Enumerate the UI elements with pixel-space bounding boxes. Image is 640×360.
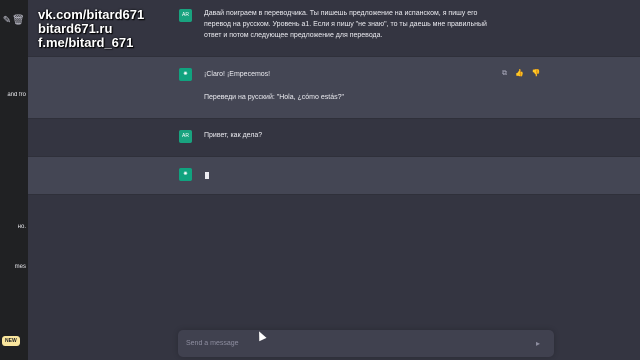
assistant-message: ✺	[28, 157, 640, 195]
watermark-line: f.me/bitard_671	[38, 35, 134, 50]
sidebar: ✎ 🗑 and fro но. mes NEW	[0, 0, 28, 360]
chatgpt-logo-icon: ✺	[179, 168, 192, 181]
send-icon[interactable]: ▸	[536, 339, 540, 348]
message-composer[interactable]: ▸	[178, 330, 554, 357]
assistant-message: ✺ ¡Claro! ¡Empecemos! Переведи на русски…	[28, 57, 640, 119]
chatgpt-logo-icon: ✺	[179, 68, 192, 81]
message-line: ¡Claro! ¡Empecemos!	[204, 71, 271, 78]
thumbs-up-icon[interactable]: 👍	[515, 70, 527, 77]
watermark-line: bitard671.ru	[38, 21, 113, 36]
user-avatar: AR	[179, 130, 192, 143]
watermark-line: vk.com/bitard671	[38, 7, 145, 22]
message-line: Переведи на русский: "Hola, ¿cómo estás?…	[204, 94, 344, 101]
copy-icon[interactable]: ⧉	[502, 70, 510, 77]
message-text: Давай поиграем в переводчика. Ты пишешь …	[204, 10, 487, 39]
message-input[interactable]	[186, 337, 506, 350]
sidebar-item-label[interactable]: and fro	[0, 92, 28, 98]
edit-icon[interactable]: ✎	[2, 14, 12, 28]
new-badge: NEW	[2, 336, 20, 346]
chat-area: AR Давай поиграем в переводчика. Ты пише…	[28, 0, 640, 360]
typing-cursor	[205, 172, 209, 179]
thumbs-down-icon[interactable]: 👎	[532, 70, 544, 77]
user-message: AR Привет, как дела?	[28, 119, 640, 157]
sidebar-item-label[interactable]: mes	[0, 264, 28, 270]
message-actions: ⧉ 👍 👎	[502, 69, 543, 78]
watermark: vk.com/bitard671 bitard671.ru f.me/bitar…	[38, 8, 144, 50]
message-text: Привет, как дела?	[204, 132, 263, 139]
trash-icon[interactable]: 🗑	[12, 14, 25, 28]
sidebar-item-label[interactable]: но.	[0, 224, 28, 230]
user-avatar: AR	[179, 9, 192, 22]
